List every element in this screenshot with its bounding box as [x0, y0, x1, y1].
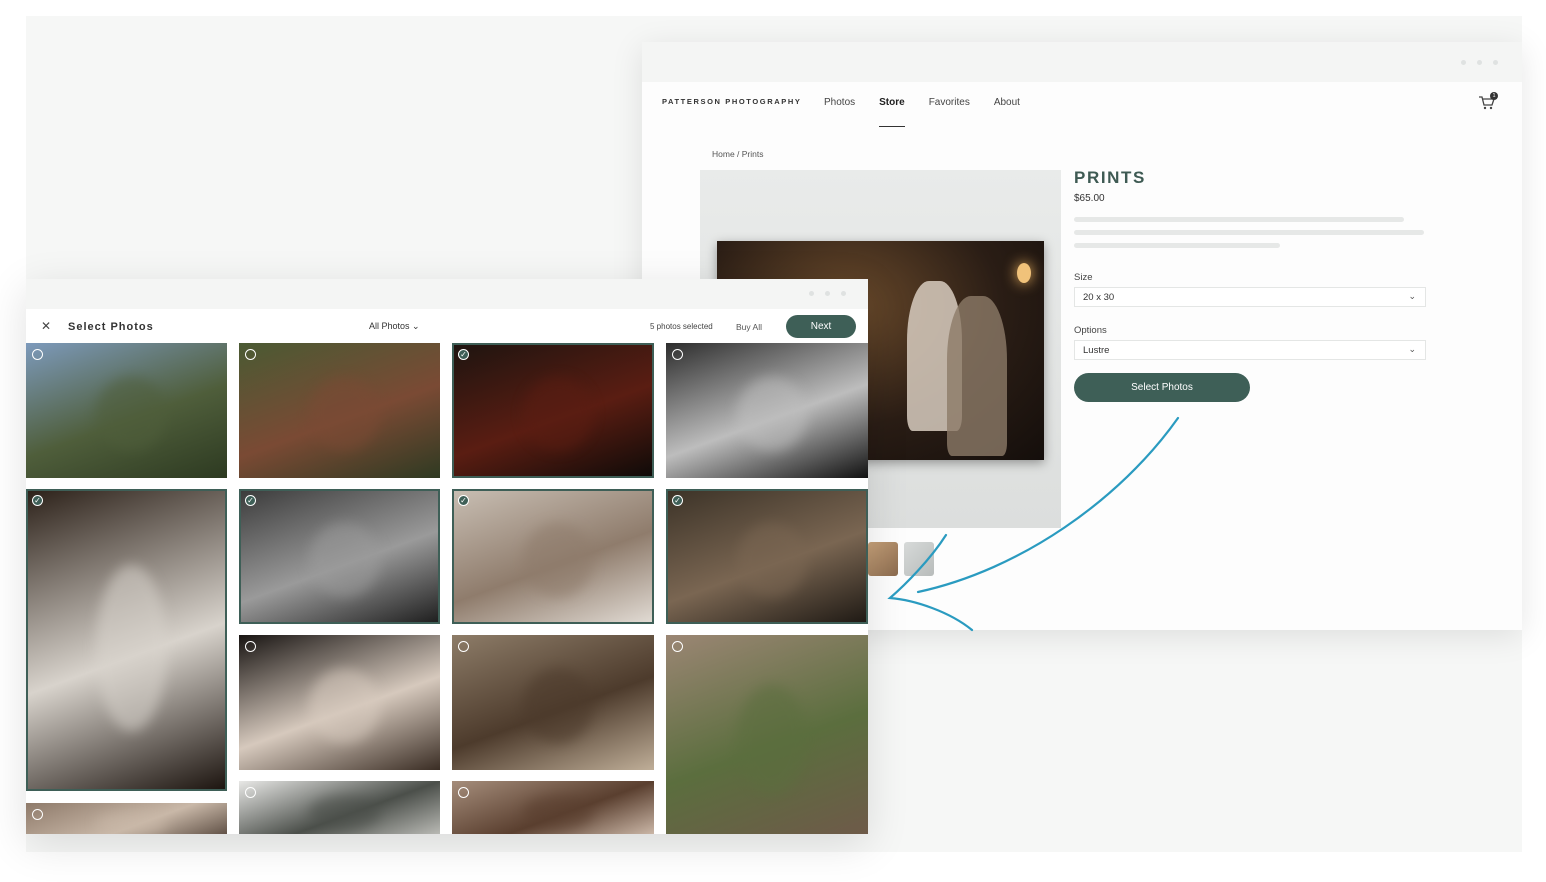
select-photos-window: ✕ Select Photos All Photos ⌄ 5 photos se… — [26, 279, 868, 834]
picker-title: Select Photos — [68, 321, 154, 333]
size-label: Size — [1074, 272, 1093, 283]
photo-tree[interactable] — [26, 343, 227, 478]
next-button[interactable]: Next — [786, 315, 856, 338]
select-circle-icon[interactable] — [245, 787, 256, 798]
photo-crowd[interactable] — [26, 803, 227, 834]
thumbnail[interactable] — [868, 542, 898, 576]
select-circle-icon[interactable] — [245, 349, 256, 360]
chevron-down-icon: ⌄ — [1408, 291, 1416, 301]
close-icon[interactable]: ✕ — [41, 320, 51, 332]
cart-badge: 1 — [1490, 92, 1498, 100]
nav-about[interactable]: About — [994, 97, 1020, 108]
select-circle-icon[interactable] — [672, 349, 683, 360]
description-placeholder — [1074, 217, 1404, 222]
chevron-down-icon: ⌄ — [1408, 344, 1416, 354]
photo-lamp-room[interactable]: ✓ — [452, 343, 654, 478]
options-select[interactable]: Lustre ⌄ — [1074, 340, 1426, 360]
album-filter-label: All Photos — [369, 321, 410, 331]
checkmark-icon[interactable]: ✓ — [458, 495, 469, 506]
buy-all-button[interactable]: Buy All — [736, 322, 762, 332]
product-title: PRINTS — [1074, 168, 1146, 187]
product-price: $65.00 — [1074, 193, 1105, 204]
checkmark-icon[interactable]: ✓ — [245, 495, 256, 506]
nav-photos[interactable]: Photos — [824, 97, 855, 108]
photo-bride-mirror[interactable]: ✓ — [239, 489, 440, 624]
nav-favorites[interactable]: Favorites — [929, 97, 970, 108]
photo-stone-arch[interactable] — [666, 635, 868, 834]
size-value: 20 x 30 — [1083, 292, 1115, 303]
checkmark-icon[interactable]: ✓ — [672, 495, 683, 506]
window-controls — [1461, 60, 1498, 65]
select-circle-icon[interactable] — [458, 787, 469, 798]
select-photos-button[interactable]: Select Photos — [1074, 373, 1250, 402]
window-titlebar — [26, 279, 868, 309]
thumbnail[interactable] — [904, 542, 934, 576]
selected-count: 5 photos selected — [650, 322, 713, 331]
photo-letters[interactable]: ✓ — [452, 489, 654, 624]
album-filter-dropdown[interactable]: All Photos ⌄ — [369, 321, 420, 332]
picker-header: ✕ Select Photos All Photos ⌄ 5 photos se… — [26, 309, 868, 343]
select-circle-icon[interactable] — [458, 641, 469, 652]
photo-cabin[interactable] — [239, 343, 440, 478]
photo-manor[interactable] — [239, 781, 440, 834]
breadcrumb[interactable]: Home / Prints — [712, 149, 764, 159]
options-label: Options — [1074, 325, 1107, 336]
window-controls — [809, 291, 846, 296]
select-circle-icon[interactable] — [245, 641, 256, 652]
select-circle-icon[interactable] — [672, 641, 683, 652]
main-nav: Photos Store Favorites About — [824, 97, 1044, 127]
photo-interior-party[interactable] — [452, 781, 654, 834]
description-placeholder — [1074, 243, 1280, 248]
options-value: Lustre — [1083, 345, 1110, 356]
size-select[interactable]: 20 x 30 ⌄ — [1074, 287, 1426, 307]
window-titlebar — [642, 42, 1522, 82]
product-thumbnails — [868, 542, 934, 576]
brand-logo[interactable]: PATTERSON PHOTOGRAPHY — [662, 97, 801, 106]
chevron-down-icon: ⌄ — [412, 321, 420, 331]
select-circle-icon[interactable] — [32, 349, 43, 360]
cart-icon[interactable]: 1 — [1478, 92, 1498, 112]
photo-bride-writing[interactable] — [239, 635, 440, 770]
select-circle-icon[interactable] — [32, 809, 43, 820]
photo-hands-table[interactable]: ✓ — [666, 489, 868, 624]
photo-wedding-dress[interactable]: ✓ — [26, 489, 227, 791]
checkmark-icon[interactable]: ✓ — [458, 349, 469, 360]
photo-bride-fireplace[interactable] — [452, 635, 654, 770]
checkmark-icon[interactable]: ✓ — [32, 495, 43, 506]
description-placeholder — [1074, 230, 1424, 235]
nav-store[interactable]: Store — [879, 97, 905, 127]
photo-man-smiling[interactable] — [666, 343, 868, 478]
